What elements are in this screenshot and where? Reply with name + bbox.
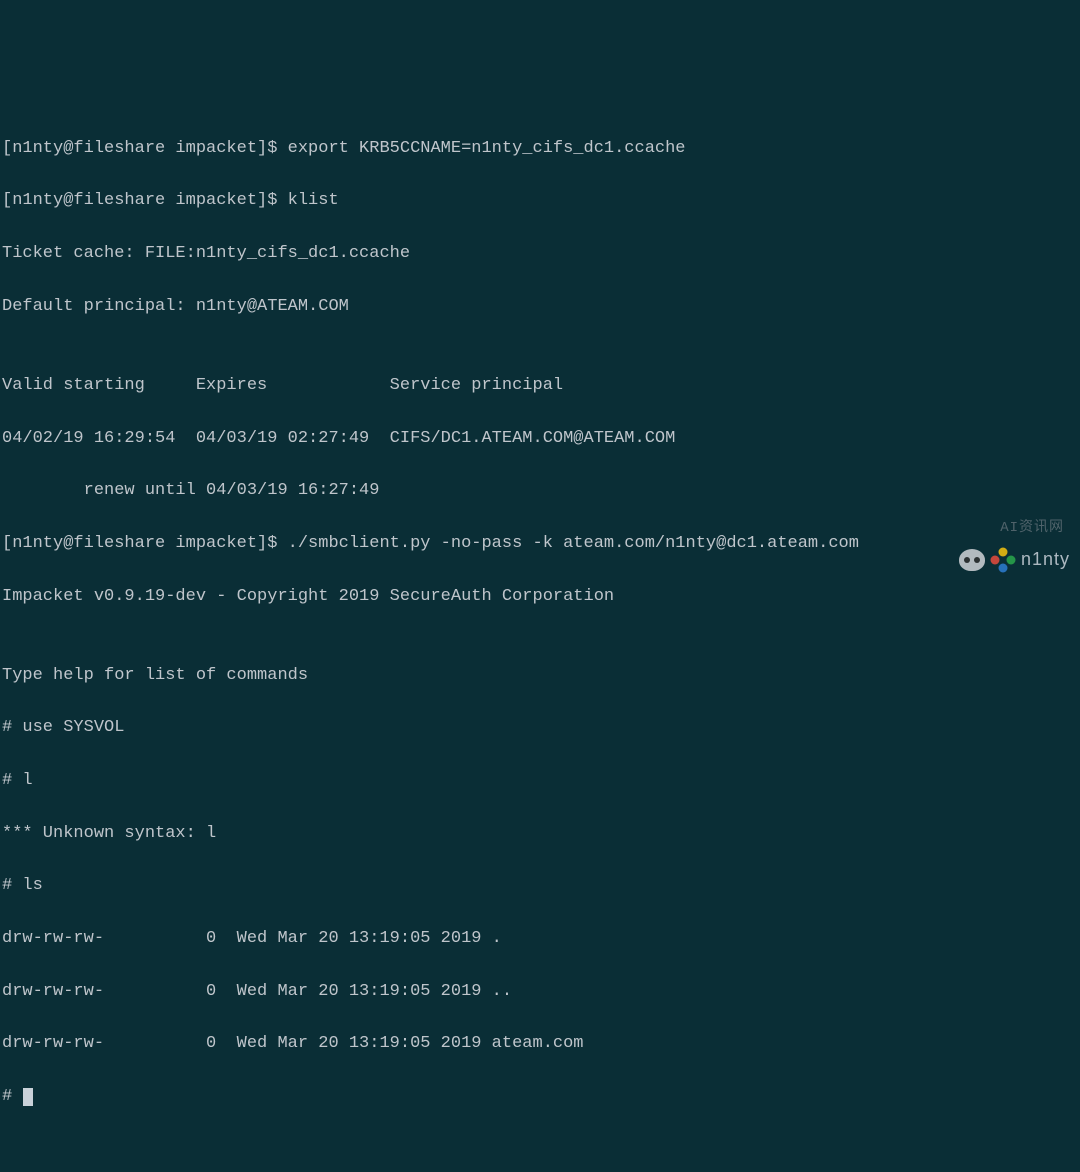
terminal-line: [n1nty@fileshare impacket]$ klist	[2, 188, 1078, 214]
terminal-line: *** Unknown syntax: l	[2, 821, 1078, 847]
terminal-line: drw-rw-rw- 0 Wed Mar 20 13:19:05 2019 .	[2, 926, 1078, 952]
terminal-line: [n1nty@fileshare impacket]$ export KRB5C…	[2, 136, 1078, 162]
terminal-line: # ls	[2, 873, 1078, 899]
terminal-line: # use SYSVOL	[2, 715, 1078, 741]
terminal-line: drw-rw-rw- 0 Wed Mar 20 13:19:05 2019 at…	[2, 1031, 1078, 1057]
terminal-line: Ticket cache: FILE:n1nty_cifs_dc1.ccache	[2, 241, 1078, 267]
prompt-text: #	[2, 1087, 22, 1106]
terminal-line: [n1nty@fileshare impacket]$ ./smbclient.…	[2, 531, 1078, 557]
terminal-line: # l	[2, 768, 1078, 794]
terminal-line: 04/02/19 16:29:54 04/03/19 02:27:49 CIFS…	[2, 426, 1078, 452]
terminal-line: Type help for list of commands	[2, 663, 1078, 689]
terminal-line: Impacket v0.9.19-dev - Copyright 2019 Se…	[2, 584, 1078, 610]
terminal-line: renew until 04/03/19 16:27:49	[2, 478, 1078, 504]
cursor-icon	[23, 1088, 33, 1106]
terminal-line: Default principal: n1nty@ATEAM.COM	[2, 294, 1078, 320]
terminal-output[interactable]: [n1nty@fileshare impacket]$ export KRB5C…	[2, 109, 1078, 1136]
terminal-line: drw-rw-rw- 0 Wed Mar 20 13:19:05 2019 ..	[2, 979, 1078, 1005]
terminal-line: Valid starting Expires Service principal	[2, 373, 1078, 399]
terminal-prompt[interactable]: #	[2, 1084, 1078, 1110]
